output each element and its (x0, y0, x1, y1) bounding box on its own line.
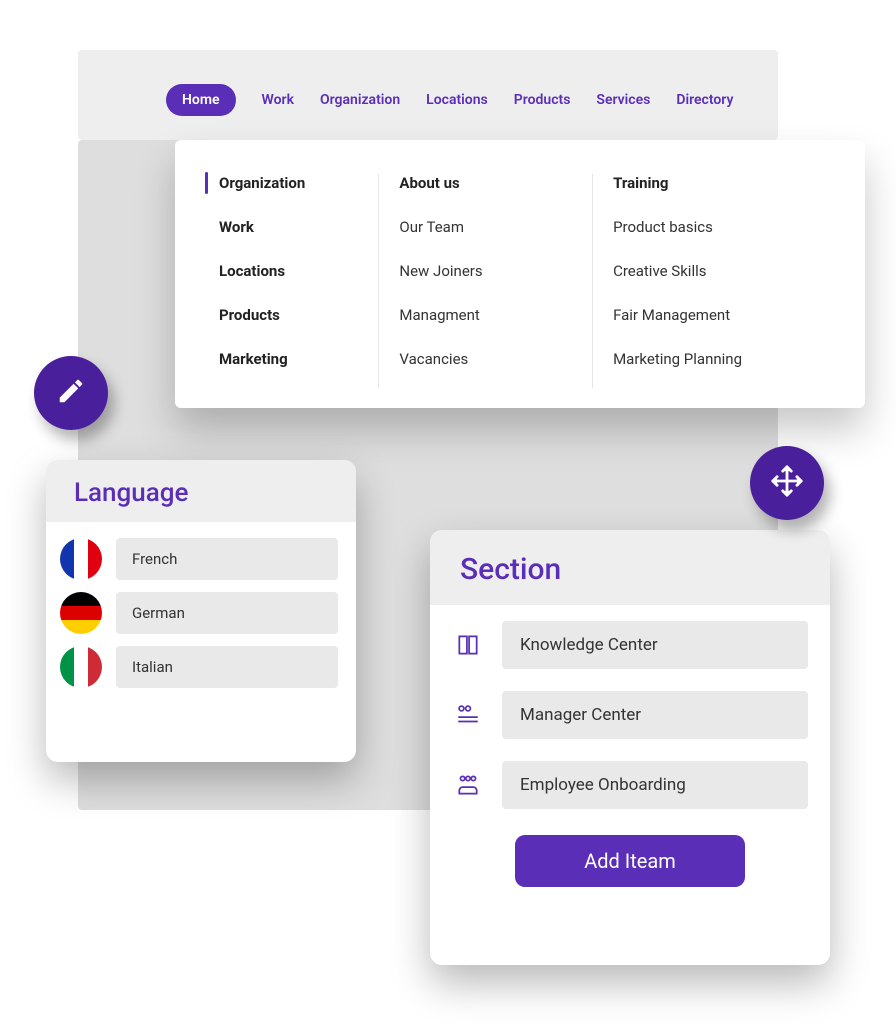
language-label: German (116, 592, 338, 634)
language-row-italian[interactable]: Italian (60, 646, 338, 688)
pencil-icon (56, 376, 86, 410)
section-row-knowledge[interactable]: Knowledge Center (452, 613, 808, 669)
mega-item-new-joiners[interactable]: New Joiners (399, 262, 592, 280)
mega-item-vacancies[interactable]: Vacancies (399, 350, 592, 368)
section-card: Section Knowledge Center Manager Center (430, 530, 830, 965)
section-label: Knowledge Center (502, 621, 808, 669)
mega-item-marketing-planning[interactable]: Marketing Planning (613, 350, 825, 368)
move-button[interactable] (750, 446, 824, 520)
section-label: Employee Onboarding (502, 761, 808, 809)
tab-locations[interactable]: Locations (426, 92, 488, 108)
mega-item-work[interactable]: Work (205, 218, 378, 236)
tab-services[interactable]: Services (596, 92, 650, 108)
language-row-german[interactable]: German (60, 592, 338, 634)
tab-home[interactable]: Home (166, 84, 236, 116)
section-label: Manager Center (502, 691, 808, 739)
mega-menu-col2: About us Our Team New Joiners Managment … (379, 174, 593, 388)
move-icon (770, 464, 804, 502)
mega-menu-col1: Organization Work Locations Products Mar… (205, 174, 379, 388)
mega-item-creative-skills[interactable]: Creative Skills (613, 262, 825, 280)
people-list-icon (452, 702, 484, 728)
mega-col3-head: Training (613, 174, 825, 192)
flag-france-icon (60, 538, 102, 580)
tab-organization[interactable]: Organization (320, 92, 400, 108)
language-label: French (116, 538, 338, 580)
section-row-onboarding[interactable]: Employee Onboarding (452, 753, 808, 809)
nav-tabs: Home Work Organization Locations Product… (166, 84, 733, 116)
add-item-button[interactable]: Add Iteam (515, 835, 745, 887)
tab-directory[interactable]: Directory (676, 92, 733, 108)
language-row-french[interactable]: French (60, 538, 338, 580)
mega-item-organization[interactable]: Organization (205, 174, 378, 192)
team-icon (452, 772, 484, 798)
book-icon (452, 632, 484, 658)
flag-germany-icon (60, 592, 102, 634)
section-row-manager[interactable]: Manager Center (452, 683, 808, 739)
section-title: Section (430, 530, 830, 605)
language-title: Language (46, 460, 356, 522)
tab-work[interactable]: Work (262, 92, 294, 108)
mega-item-product-basics[interactable]: Product basics (613, 218, 825, 236)
mega-col2-head: About us (399, 174, 592, 192)
mega-menu: Organization Work Locations Products Mar… (175, 140, 865, 408)
mega-menu-col3: Training Product basics Creative Skills … (593, 174, 825, 388)
mega-item-marketing[interactable]: Marketing (205, 350, 378, 368)
mega-item-our-team[interactable]: Our Team (399, 218, 592, 236)
mega-item-products[interactable]: Products (205, 306, 378, 324)
flag-italy-icon (60, 646, 102, 688)
mega-item-managment[interactable]: Managment (399, 306, 592, 324)
edit-button[interactable] (34, 356, 108, 430)
mega-item-fair-management[interactable]: Fair Management (613, 306, 825, 324)
mega-item-locations[interactable]: Locations (205, 262, 378, 280)
tab-products[interactable]: Products (514, 92, 571, 108)
language-label: Italian (116, 646, 338, 688)
language-card: Language French German Italian (46, 460, 356, 762)
